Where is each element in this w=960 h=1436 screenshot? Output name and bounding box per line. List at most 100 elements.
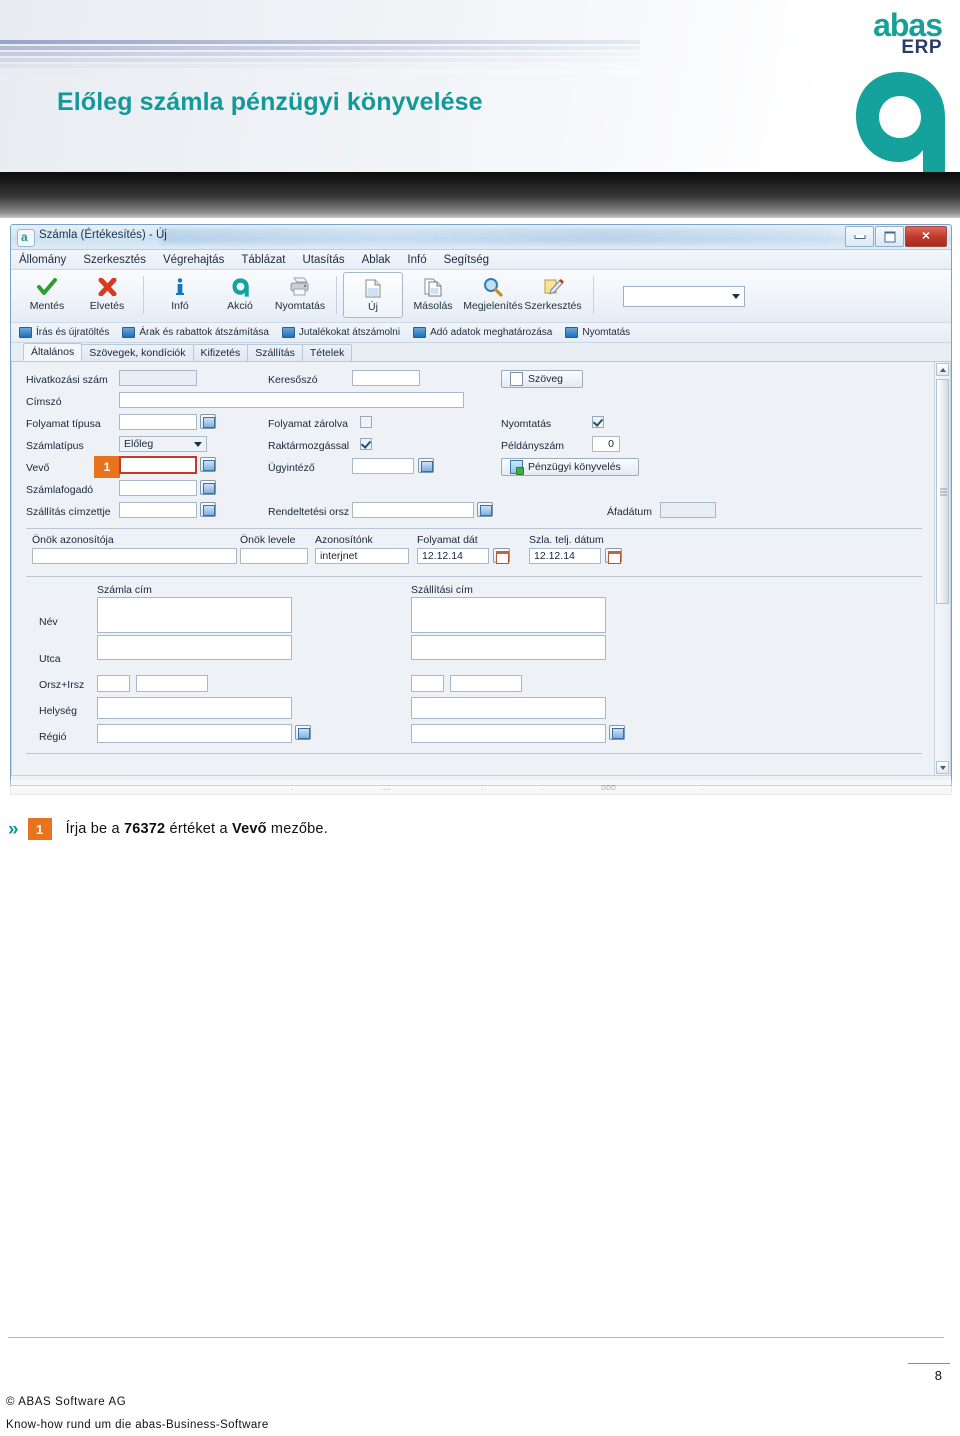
dropdown-szamlatipus[interactable]: Előleg	[119, 436, 207, 452]
input-folyamat-dat[interactable]: 12.12.14	[417, 548, 489, 564]
toolbar-button-elvetes[interactable]: Elvetés	[77, 272, 137, 318]
input-vevo[interactable]	[119, 456, 197, 474]
tab-kifizetes[interactable]: Kifizetés	[192, 344, 249, 361]
toolbar-button-akcio[interactable]: Akció	[210, 272, 270, 318]
picker-button-rendeltetesi-orsz[interactable]	[477, 502, 493, 517]
tab-tetelek[interactable]: Tételek	[301, 344, 353, 361]
menu-item-tablazat[interactable]: Táblázat	[241, 254, 285, 266]
option-nyomtatas[interactable]: Nyomtatás	[565, 327, 630, 338]
input-onok-levele[interactable]	[240, 548, 308, 564]
scrollbar-thumb[interactable]	[936, 379, 949, 604]
input-azonositonk[interactable]: interjnet	[315, 548, 409, 564]
tab-altalanos[interactable]: Általános	[23, 343, 83, 361]
input-helyseg-szallitas[interactable]	[411, 697, 606, 719]
option-ado-adatok-meghatarozasa[interactable]: Adó adatok meghatározása	[413, 327, 552, 338]
caption-szallitasi-cim: Szállítási cím	[411, 584, 473, 596]
tab-szovegek-kondiciok[interactable]: Szövegek, kondíciók	[81, 344, 194, 361]
label-utca: Utca	[39, 653, 61, 665]
minimize-button[interactable]	[845, 226, 874, 247]
toolbar-button-nyomtatas[interactable]: Nyomtatás	[270, 272, 330, 318]
input-ugyintezo[interactable]	[352, 458, 414, 474]
form-vertical-scrollbar[interactable]	[934, 362, 950, 775]
scroll-up-arrow-icon[interactable]	[936, 363, 949, 376]
menu-item-segitseg[interactable]: Segítség	[444, 254, 489, 266]
checkbox-folyamat-zarolva[interactable]	[360, 416, 372, 428]
input-helyseg-szamla[interactable]	[97, 697, 292, 719]
menu-item-szerkesztes[interactable]: Szerkesztés	[83, 254, 146, 266]
menu-item-vegrehajtas[interactable]: Végrehajtás	[163, 254, 224, 266]
toolbar-button-mentes[interactable]: Mentés	[17, 272, 77, 318]
option-box-icon	[122, 327, 136, 338]
toolbar-button-megjelenites[interactable]: Megjelenítés	[463, 272, 523, 318]
picker-button-szamlafogado[interactable]	[200, 480, 216, 495]
input-rendeltetesi-orsz[interactable]	[352, 502, 474, 518]
input-szla-telj-datum[interactable]: 12.12.14	[529, 548, 601, 564]
footer-rule	[8, 1337, 944, 1338]
toolbar-button-uj[interactable]: Új	[343, 272, 403, 318]
maximize-button[interactable]	[875, 226, 904, 247]
calendar-button-szla-telj-datum[interactable]	[605, 548, 622, 564]
calendar-button-folyamat-dat[interactable]	[493, 548, 510, 564]
picker-button-regio-szamla[interactable]	[295, 725, 311, 740]
tab-szallitas[interactable]: Szállítás	[247, 344, 303, 361]
label-folyamat-zarolva: Folyamat zárolva	[268, 418, 348, 430]
input-utca-szallitas[interactable]	[411, 635, 606, 660]
menu-item-info[interactable]: Infó	[407, 254, 426, 266]
close-button[interactable]: ✕	[905, 226, 947, 247]
instruction-chevron-icon: »	[8, 818, 19, 840]
option-label: Nyomtatás	[582, 327, 631, 338]
toolbar-button-masolas[interactable]: Másolás	[403, 272, 463, 318]
input-regio-szallitas[interactable]	[411, 724, 606, 743]
instruction-field-name: Vevő	[232, 821, 267, 837]
picker-button-szallitas-cimzettje[interactable]	[200, 502, 216, 517]
input-keresoszo[interactable]	[352, 370, 420, 386]
checkbox-raktarmozgassal[interactable]	[360, 438, 372, 450]
status-segment-1: .	[291, 782, 294, 792]
picker-button-folyamat-tipusa[interactable]	[200, 414, 216, 429]
option-iras-es-ujratoltes[interactable]: Írás és újratöltés	[19, 327, 109, 338]
label-peldanyszam: Példányszám	[501, 440, 565, 452]
toolbar-combo[interactable]	[623, 286, 745, 307]
input-onok-azonositoja[interactable]	[32, 548, 237, 564]
status-segment-4: .	[541, 782, 544, 792]
input-szamlafogado[interactable]	[119, 480, 197, 496]
input-szallitas-cimzettje[interactable]	[119, 502, 197, 518]
input-nev-szallitas[interactable]	[411, 597, 606, 633]
input-nev-szamla[interactable]	[97, 597, 292, 633]
toolbar-button-szerkesztes[interactable]: Szerkesztés	[523, 272, 583, 318]
menu-item-ablak[interactable]: Ablak	[362, 254, 391, 266]
copy-icon	[424, 276, 442, 298]
input-cimszo[interactable]	[119, 392, 464, 408]
instruction-text-part1: Írja be a	[65, 821, 124, 837]
input-peldanyszam[interactable]: 0	[592, 436, 620, 452]
option-jutalekokat-atszamolni[interactable]: Jutalékokat átszámolni	[281, 327, 400, 338]
input-irsz-szallitas[interactable]	[450, 675, 522, 692]
toolbar-separator	[143, 276, 144, 314]
toolbar-separator	[336, 276, 337, 314]
input-afadatum[interactable]	[660, 502, 716, 518]
input-hivatkozasi-szam[interactable]	[119, 370, 197, 386]
option-arak-es-rabattok-atszamitasa[interactable]: Árak és rabattok átszámítása	[122, 327, 269, 338]
label-nev: Név	[39, 616, 58, 628]
picker-button-regio-szallitas[interactable]	[609, 725, 625, 740]
input-irsz-szamla[interactable]	[136, 675, 208, 692]
menu-item-allomany[interactable]: Állomány	[19, 254, 66, 266]
instruction-text: Írja be a 76372 értéket a Vevő mezőbe.	[66, 821, 328, 837]
input-orsz-szallitas[interactable]	[411, 675, 444, 692]
input-utca-szamla[interactable]	[97, 635, 292, 660]
input-orsz-szamla[interactable]	[97, 675, 130, 692]
toolbar-button-info[interactable]: Infó	[150, 272, 210, 318]
picker-button-ugyintezo[interactable]	[418, 458, 434, 473]
banner-background	[0, 0, 960, 172]
input-folyamat-tipusa[interactable]	[119, 414, 197, 430]
button-penzugyi-konyveles[interactable]: Pénzügyi könyvelés	[501, 458, 639, 476]
picker-button-vevo[interactable]	[200, 457, 216, 472]
scroll-down-arrow-icon[interactable]	[936, 761, 949, 774]
label-helyseg: Helység	[39, 705, 77, 717]
button-szoveg[interactable]: Szöveg	[501, 370, 583, 388]
input-regio-szamla[interactable]	[97, 724, 292, 743]
checkbox-nyomtatas[interactable]	[592, 416, 604, 428]
footer-tagline: Know-how rund um die abas-Business-Softw…	[6, 1419, 269, 1431]
edit-pencil-icon	[543, 276, 564, 298]
menu-item-utasitas[interactable]: Utasítás	[302, 254, 344, 266]
